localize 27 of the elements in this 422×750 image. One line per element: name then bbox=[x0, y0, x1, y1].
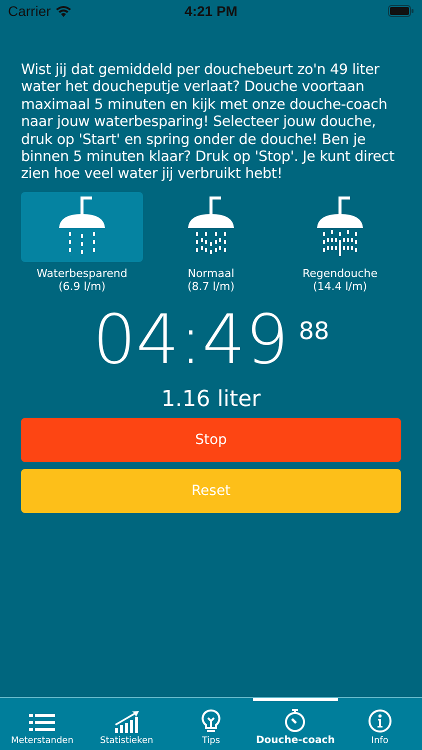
carrier-label: Carrier bbox=[8, 3, 51, 19]
lightbulb-icon bbox=[201, 709, 222, 733]
info-icon bbox=[368, 709, 392, 733]
shower-rate: (14.4 l/m) bbox=[312, 280, 368, 293]
shower-name: Regendouche bbox=[302, 266, 378, 280]
water-volume: 1.16 liter bbox=[160, 386, 262, 412]
timer-display: 04:49 bbox=[92, 302, 289, 379]
chart-icon bbox=[114, 711, 140, 733]
list-icon bbox=[29, 711, 56, 733]
tab-item[interactable]: Info bbox=[338, 698, 422, 750]
shower-name: Normaal bbox=[188, 266, 234, 280]
wifi-icon bbox=[56, 6, 71, 16]
shower-option[interactable] bbox=[21, 192, 143, 262]
battery-icon bbox=[388, 5, 414, 17]
status-time: 4:21 PM bbox=[184, 3, 238, 19]
tab-item[interactable]: Douche-coach bbox=[253, 698, 338, 750]
shower-rate: (6.9 l/m) bbox=[58, 280, 106, 293]
timer-hundredths: 88 bbox=[298, 316, 330, 345]
intro-text: Wist jij dat gemiddeld per douchebeurt zo'n 49 liter water het doucheputje verlaat? Douche voortaan maximaal 5 minuten en kijk met onze douche-coach naar jouw waterbesparing! Selecteer jouw douche, druk op 'Start' en spring onder de douche! Ben je binnen 5 minuten klaar? Druk op 'Stop'. Je kunt direct zien hoe veel water jij verbruikt hebt! bbox=[21, 62, 396, 184]
tab-item[interactable]: Tips bbox=[168, 698, 254, 750]
shower-rate: (8.7 l/m) bbox=[187, 280, 235, 293]
shower-icon bbox=[316, 194, 364, 259]
stop-button[interactable]: Stop bbox=[21, 418, 401, 462]
stopwatch-icon bbox=[284, 708, 306, 732]
tab-item[interactable]: Statistieken bbox=[84, 698, 169, 750]
shower-name: Waterbesparend bbox=[36, 266, 128, 280]
tab-item[interactable]: Meterstanden bbox=[0, 698, 84, 750]
